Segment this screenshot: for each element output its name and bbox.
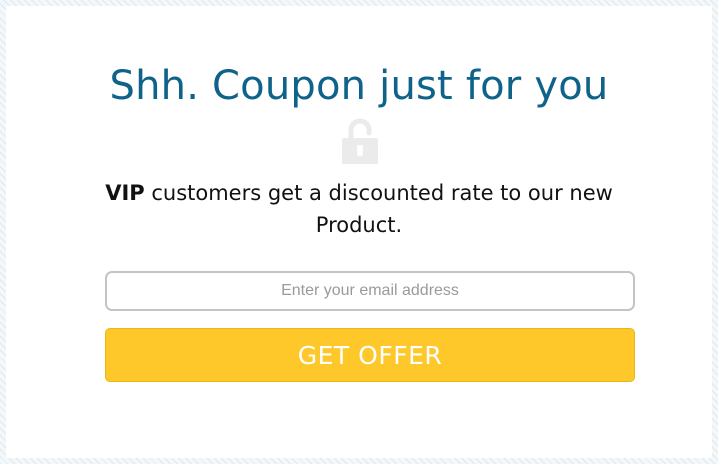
- promo-message-text: customers get a discounted rate to our n…: [144, 181, 613, 237]
- coupon-popup: Shh. Coupon just for you VIP customers g…: [6, 6, 712, 458]
- vip-label: VIP: [105, 181, 145, 205]
- lock-icon: [340, 116, 380, 164]
- get-offer-button[interactable]: GET OFFER: [105, 328, 635, 382]
- promo-message: VIP customers get a discounted rate to o…: [79, 177, 639, 241]
- popup-headline: Shh. Coupon just for you: [109, 63, 609, 109]
- email-input[interactable]: [105, 271, 635, 311]
